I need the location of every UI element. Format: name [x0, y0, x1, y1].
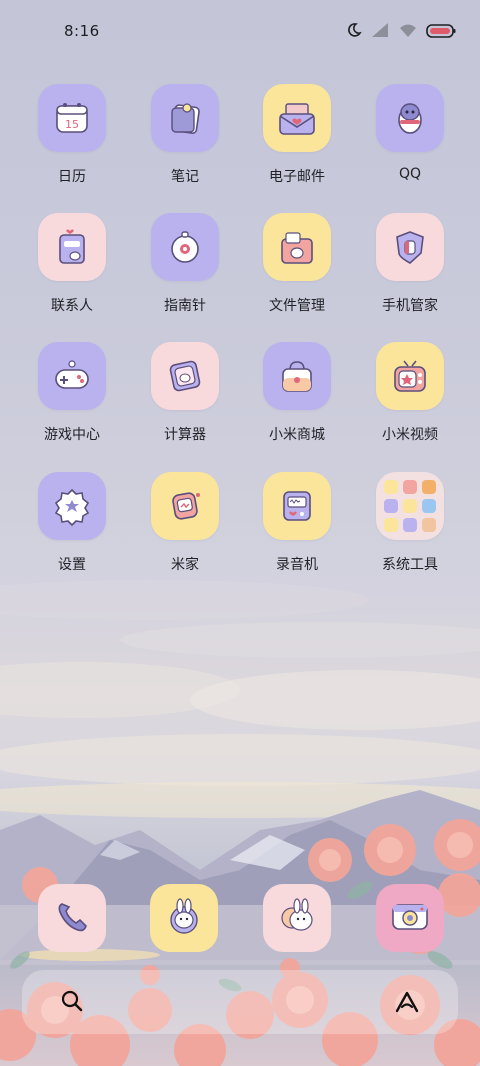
- compass-icon: [151, 213, 219, 281]
- app-label-qq: QQ: [398, 166, 422, 182]
- dock-camera[interactable]: [376, 884, 444, 952]
- app-label-calendar: 日历: [58, 169, 86, 185]
- signal-icon: [370, 22, 390, 42]
- assistant-icon[interactable]: [394, 990, 420, 1018]
- calendar-day-number: 15: [65, 118, 79, 131]
- app-label-mi-home: 米家: [171, 557, 199, 573]
- status-bar: 8:16: [0, 0, 480, 60]
- app-recorder[interactable]: 录音机: [242, 472, 352, 592]
- browser-bunny-icon: [275, 894, 319, 942]
- app-security[interactable]: 手机管家: [355, 213, 465, 333]
- app-contacts[interactable]: 联系人: [17, 213, 127, 333]
- app-label-recorder: 录音机: [276, 557, 318, 573]
- gear-icon: [38, 472, 106, 540]
- battery-icon: [426, 23, 456, 42]
- app-label-compass: 指南针: [164, 298, 206, 314]
- wifi-icon: [398, 22, 418, 42]
- app-label-mi-store: 小米商城: [269, 427, 325, 443]
- app-label-mi-video: 小米视频: [382, 427, 438, 443]
- search-icon[interactable]: [60, 989, 84, 1017]
- dock-phone[interactable]: [38, 884, 106, 952]
- app-mi-video[interactable]: 小米视频: [355, 342, 465, 462]
- app-label-notes: 笔记: [171, 169, 199, 185]
- app-label-file-manager: 文件管理: [269, 298, 325, 314]
- app-label-security: 手机管家: [382, 298, 438, 314]
- search-bar[interactable]: [22, 970, 458, 1034]
- app-label-system-tools: 系统工具: [382, 557, 438, 573]
- app-compass[interactable]: 指南针: [130, 213, 240, 333]
- app-label-game-center: 游戏中心: [44, 427, 100, 443]
- status-icons: [346, 22, 456, 42]
- tv-icon: [376, 342, 444, 410]
- app-mi-store[interactable]: 小米商城: [242, 342, 352, 462]
- messages-bunny-icon: [162, 894, 206, 942]
- dock-messages[interactable]: [150, 884, 218, 952]
- recorder-icon: [263, 472, 331, 540]
- notes-icon: [151, 84, 219, 152]
- dock-browser[interactable]: [263, 884, 331, 952]
- email-icon: [263, 84, 331, 152]
- app-label-calculator: 计算器: [164, 427, 206, 443]
- app-calendar[interactable]: 15 日历: [17, 84, 127, 204]
- app-qq[interactable]: QQ: [355, 84, 465, 204]
- calendar-icon: 15: [38, 84, 106, 152]
- home-robot-icon: [151, 472, 219, 540]
- app-label-email: 电子邮件: [269, 169, 325, 185]
- app-calculator[interactable]: 计算器: [130, 342, 240, 462]
- app-game-center[interactable]: 游戏中心: [17, 342, 127, 462]
- app-settings[interactable]: 设置: [17, 472, 127, 592]
- phone-icon: [52, 896, 92, 940]
- status-time: 8:16: [64, 22, 100, 40]
- shopping-bag-icon: [263, 342, 331, 410]
- app-notes[interactable]: 笔记: [130, 84, 240, 204]
- security-shield-icon: [376, 213, 444, 281]
- game-controller-icon: [38, 342, 106, 410]
- contacts-icon: [38, 213, 106, 281]
- moon-icon: [346, 22, 362, 42]
- app-mi-home[interactable]: 米家: [130, 472, 240, 592]
- app-label-contacts: 联系人: [51, 298, 93, 314]
- app-file-manager[interactable]: 文件管理: [242, 213, 352, 333]
- app-system-tools-folder[interactable]: 系统工具: [355, 472, 465, 592]
- app-email[interactable]: 电子邮件: [242, 84, 352, 204]
- file-manager-icon: [263, 213, 331, 281]
- app-label-settings: 设置: [58, 557, 86, 573]
- folder-icon: [376, 472, 444, 540]
- qq-penguin-icon: [376, 84, 444, 152]
- calculator-icon: [151, 342, 219, 410]
- camera-icon: [388, 896, 432, 940]
